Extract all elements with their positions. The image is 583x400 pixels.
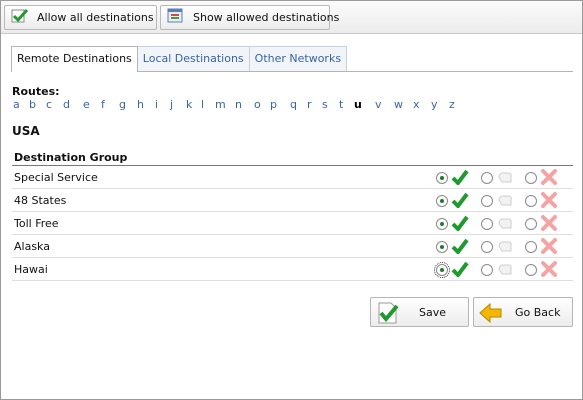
route-letter-m[interactable]: m	[215, 98, 226, 111]
route-letter-v[interactable]: v	[375, 98, 382, 111]
route-letter-j[interactable]: j	[170, 98, 173, 111]
route-letter-g[interactable]: g	[119, 98, 126, 111]
deny-x-icon	[540, 169, 558, 188]
limited-radio[interactable]	[481, 195, 493, 207]
allow-radio[interactable]	[434, 262, 450, 278]
allow-radio[interactable]	[436, 241, 448, 253]
route-letter-o[interactable]: o	[254, 98, 261, 111]
route-letter-r[interactable]: r	[307, 98, 312, 111]
route-letter-p[interactable]: p	[270, 98, 277, 111]
route-letter-e[interactable]: e	[83, 98, 90, 111]
save-label: Save	[419, 306, 447, 319]
back-arrow-icon	[478, 301, 504, 328]
table-row: Special Service	[12, 166, 573, 189]
limited-radio[interactable]	[481, 172, 493, 184]
route-letter-h[interactable]: h	[137, 98, 144, 111]
hand-icon	[496, 215, 514, 234]
allow-all-destinations-label: Allow all destinations	[37, 11, 154, 24]
limited-radio[interactable]	[481, 264, 493, 276]
route-letter-b[interactable]: b	[29, 98, 36, 111]
route-letter-d[interactable]: d	[63, 98, 70, 111]
allow-check-icon	[451, 169, 469, 188]
destination-group-header: Destination Group	[14, 151, 128, 164]
allow-radio[interactable]	[436, 195, 448, 207]
route-letter-u[interactable]: u	[354, 98, 362, 111]
table-row: Hawai	[12, 258, 573, 281]
route-letter-k[interactable]: k	[186, 98, 192, 111]
route-letter-w[interactable]: w	[394, 98, 403, 111]
table-row: Toll Free	[12, 212, 573, 235]
hand-icon	[496, 238, 514, 257]
tab-remote-destinations[interactable]: Remote Destinations	[11, 46, 138, 72]
toolbar: Allow all destinations Show allowed dest…	[1, 1, 582, 34]
save-button[interactable]: Save	[370, 297, 469, 327]
route-letter-q[interactable]: q	[290, 98, 297, 111]
table-row: Alaska	[12, 235, 573, 258]
route-letter-i[interactable]: i	[155, 98, 158, 111]
deny-x-icon	[540, 261, 558, 280]
table-row: 48 States	[12, 189, 573, 212]
route-letter-n[interactable]: n	[235, 98, 242, 111]
go-back-button[interactable]: Go Back	[473, 297, 573, 327]
deny-radio[interactable]	[525, 218, 537, 230]
deny-x-icon	[540, 192, 558, 211]
route-letter-y[interactable]: y	[431, 98, 438, 111]
allow-all-destinations-button[interactable]: Allow all destinations	[4, 5, 157, 30]
show-allowed-destinations-button[interactable]: Show allowed destinations	[160, 5, 339, 30]
checkbox-check-icon	[11, 8, 29, 27]
route-letter-f[interactable]: f	[101, 98, 105, 111]
deny-radio[interactable]	[525, 195, 537, 207]
hand-icon	[496, 261, 514, 280]
limited-radio[interactable]	[481, 241, 493, 253]
allow-check-icon	[451, 261, 469, 280]
tab-other-networks[interactable]: Other Networks	[248, 46, 348, 71]
allow-radio[interactable]	[436, 218, 448, 230]
save-check-icon	[375, 301, 401, 328]
tab-local-destinations[interactable]: Local Destinations	[136, 46, 250, 71]
route-letter-c[interactable]: c	[46, 98, 52, 111]
route-letter-a[interactable]: a	[13, 98, 20, 111]
limited-radio[interactable]	[481, 218, 493, 230]
deny-radio[interactable]	[525, 241, 537, 253]
destination-group-name: Toll Free	[14, 217, 59, 230]
window-list-icon	[167, 8, 185, 27]
allow-radio[interactable]	[436, 172, 448, 184]
go-back-label: Go Back	[515, 306, 561, 319]
allow-check-icon	[451, 192, 469, 211]
deny-radio[interactable]	[525, 172, 537, 184]
show-allowed-destinations-label: Show allowed destinations	[193, 11, 340, 24]
destination-group-name: Hawai	[14, 263, 48, 276]
route-letter-z[interactable]: z	[449, 98, 455, 111]
routes-label: Routes:	[12, 85, 60, 98]
destination-group-name: Special Service	[14, 171, 98, 184]
route-letter-t[interactable]: t	[339, 98, 343, 111]
hand-icon	[496, 192, 514, 211]
destination-group-name: 48 States	[14, 194, 67, 207]
route-letter-x[interactable]: x	[413, 98, 420, 111]
hand-icon	[496, 169, 514, 188]
deny-x-icon	[540, 238, 558, 257]
route-letter-s[interactable]: s	[322, 98, 328, 111]
main-window: Allow all destinations Show allowed dest…	[0, 0, 583, 400]
allow-check-icon	[451, 238, 469, 257]
destination-group-name: Alaska	[14, 240, 50, 253]
deny-x-icon	[540, 215, 558, 234]
deny-radio[interactable]	[525, 264, 537, 276]
route-letter-l[interactable]: l	[201, 98, 204, 111]
country-heading: USA	[12, 124, 40, 138]
destination-tabs: Remote Destinations Local Destinations O…	[11, 46, 348, 72]
allow-check-icon	[451, 215, 469, 234]
